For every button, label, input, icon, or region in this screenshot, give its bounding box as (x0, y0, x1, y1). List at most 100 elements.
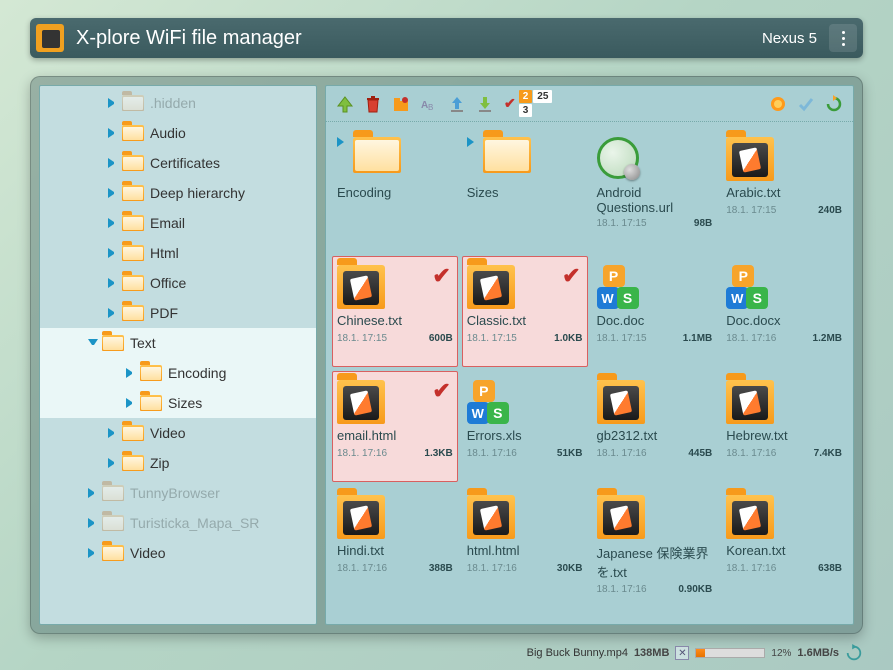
chevron-right-icon[interactable] (126, 398, 136, 408)
chevron-right-icon[interactable] (108, 308, 118, 318)
file-item[interactable]: PWSErrors.xls18.1. 17:1651KB (462, 371, 588, 482)
file-item[interactable]: Hebrew.txt18.1. 17:167.4KB (721, 371, 847, 482)
file-item[interactable]: ✔Chinese.txt18.1. 17:15600B (332, 256, 458, 367)
chevron-right-icon[interactable] (108, 248, 118, 258)
file-item[interactable]: ✔email.html18.1. 17:161.3KB (332, 371, 458, 482)
tree-item[interactable]: Office (40, 268, 316, 298)
tree-item-label: PDF (150, 305, 178, 321)
file-name: Arabic.txt (726, 185, 842, 202)
tree-item[interactable]: Video (40, 418, 316, 448)
folder-icon (122, 155, 144, 171)
tree-item[interactable]: Email (40, 208, 316, 238)
url-file-icon (597, 137, 639, 179)
upload-button[interactable] (444, 91, 470, 117)
app-icon (36, 24, 64, 52)
transfer-speed: 1.6MB/s (797, 647, 839, 659)
folder-item[interactable]: Sizes (462, 128, 588, 252)
cancel-transfer-button[interactable]: ✕ (675, 646, 689, 660)
file-item[interactable]: Korean.txt18.1. 17:16638B (721, 486, 847, 618)
file-grid[interactable]: EncodingSizesAndroid Questions.url18.1. … (326, 122, 853, 624)
new-folder-button[interactable] (388, 91, 414, 117)
file-name: Sizes (467, 185, 583, 202)
file-size: 1.2MB (813, 333, 842, 344)
chevron-right-icon[interactable] (88, 548, 98, 558)
folder-icon (483, 137, 531, 173)
chevron-right-icon[interactable] (88, 488, 98, 498)
folder-icon (122, 305, 144, 321)
tree-item[interactable]: Encoding (40, 358, 316, 388)
tree-item-label: Zip (150, 455, 169, 471)
tree-item[interactable]: Text (40, 328, 316, 358)
tree-item-label: .hidden (150, 95, 196, 111)
file-name: Android Questions.url (597, 185, 713, 215)
status-refresh-button[interactable] (845, 644, 863, 662)
chevron-right-icon[interactable] (108, 98, 118, 108)
tree-item[interactable]: Certificates (40, 148, 316, 178)
chevron-down-icon[interactable] (88, 339, 98, 349)
file-item[interactable]: Japanese 保険業界を.txt18.1. 17:160.90KB (592, 486, 718, 618)
check-icon: ✔ (504, 95, 516, 112)
chevron-right-icon[interactable] (108, 188, 118, 198)
transfer-percent: 12% (771, 648, 791, 659)
tree-item[interactable]: .hidden (40, 88, 316, 118)
folder-item[interactable]: Encoding (332, 128, 458, 252)
folder-tree[interactable]: .hidden Audio Certificates Deep hierarchy Em… (39, 85, 317, 625)
chevron-right-icon[interactable] (88, 518, 98, 528)
toolbar: AB ✔ 2 25 3 (326, 86, 853, 122)
tree-item-label: Audio (150, 125, 186, 141)
delete-button[interactable] (360, 91, 386, 117)
file-date: 18.1. 17:16 (337, 448, 387, 459)
document-file-icon: PWS (726, 265, 770, 309)
tree-item-label: Email (150, 215, 185, 231)
file-item[interactable]: Arabic.txt18.1. 17:15240B (721, 128, 847, 252)
file-name: Errors.xls (467, 428, 583, 445)
tree-item[interactable]: Video (40, 538, 316, 568)
file-name: Hindi.txt (337, 543, 453, 560)
document-file-icon: PWS (467, 380, 511, 424)
tree-item[interactable]: Deep hierarchy (40, 178, 316, 208)
chevron-right-icon[interactable] (108, 218, 118, 228)
chevron-right-icon[interactable] (108, 158, 118, 168)
tree-item[interactable]: Html (40, 238, 316, 268)
refresh-button[interactable] (821, 91, 847, 117)
file-item[interactable]: ✔Classic.txt18.1. 17:151.0KB (462, 256, 588, 367)
file-date: 18.1. 17:16 (726, 563, 776, 574)
svg-text:B: B (428, 103, 433, 112)
file-item[interactable]: Android Questions.url18.1. 17:1598B (592, 128, 718, 252)
select-all-button[interactable] (793, 91, 819, 117)
selected-folders-count: 2 (519, 90, 533, 103)
check-icon: ✔ (562, 263, 580, 289)
tree-item[interactable]: Sizes (40, 388, 316, 418)
tree-item-label: Video (130, 545, 166, 561)
file-size: 30KB (557, 563, 583, 574)
file-item[interactable]: html.html18.1. 17:1630KB (462, 486, 588, 618)
tree-item[interactable]: Audio (40, 118, 316, 148)
file-size: 1.1MB (683, 333, 712, 344)
download-button[interactable] (472, 91, 498, 117)
tree-item-label: Certificates (150, 155, 220, 171)
chevron-right-icon[interactable] (108, 278, 118, 288)
text-file-icon (467, 495, 515, 539)
tree-item[interactable]: Zip (40, 448, 316, 478)
file-item[interactable]: PWSDoc.doc18.1. 17:151.1MB (592, 256, 718, 367)
status-bar: Big Buck Bunny.mp4 138MB ✕ 12% 1.6MB/s (460, 642, 863, 664)
tree-item[interactable]: PDF (40, 298, 316, 328)
total-items-count: 25 (533, 90, 552, 103)
file-item[interactable]: Hindi.txt18.1. 17:16388B (332, 486, 458, 618)
up-button[interactable] (332, 91, 358, 117)
view-mode-button[interactable] (765, 91, 791, 117)
chevron-right-icon[interactable] (126, 368, 136, 378)
tree-item[interactable]: Turisticka_Mapa_SR (40, 508, 316, 538)
file-item[interactable]: PWSDoc.docx18.1. 17:161.2MB (721, 256, 847, 367)
selection-indicator: ✔ 2 25 3 (504, 90, 552, 117)
tree-item-label: Sizes (168, 395, 202, 411)
menu-button[interactable] (829, 24, 857, 52)
chevron-right-icon[interactable] (108, 458, 118, 468)
check-icon: ✔ (432, 378, 450, 404)
tree-item[interactable]: TunnyBrowser (40, 478, 316, 508)
file-item[interactable]: gb2312.txt18.1. 17:16445B (592, 371, 718, 482)
folder-icon (102, 335, 124, 351)
rename-button[interactable]: AB (416, 91, 442, 117)
chevron-right-icon[interactable] (108, 428, 118, 438)
chevron-right-icon[interactable] (108, 128, 118, 138)
